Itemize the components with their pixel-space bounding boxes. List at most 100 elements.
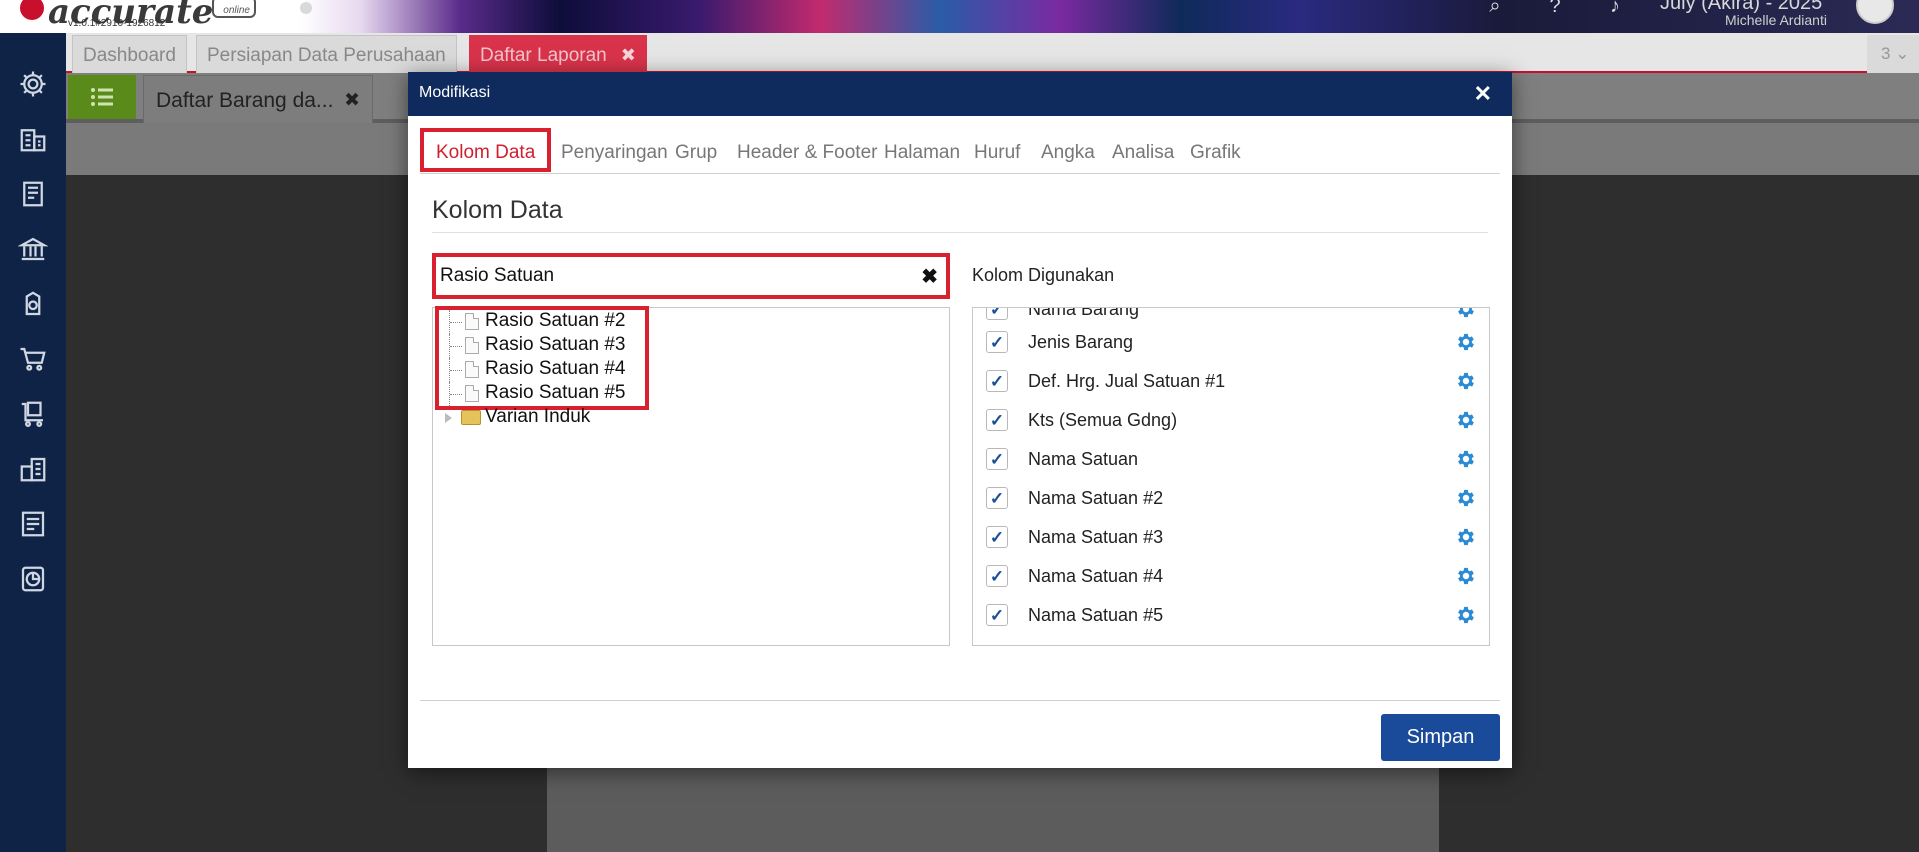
avatar[interactable] (1856, 0, 1894, 24)
used-column-row: ✓ Nama Satuan #4 (973, 557, 1489, 596)
used-column-row: ✓ Def. Hrg. Jual Satuan #1 (973, 362, 1489, 401)
used-columns-label: Kolom Digunakan (972, 265, 1115, 285)
save-button[interactable]: Simpan (1381, 714, 1500, 761)
gear-icon[interactable] (1455, 565, 1477, 587)
tree-item-label: Rasio Satuan #3 (485, 334, 626, 355)
document-icon (465, 385, 479, 402)
column-checkbox[interactable]: ✓ (986, 487, 1008, 509)
inventory-cart-icon[interactable] (17, 398, 49, 430)
tree-connector (449, 310, 463, 334)
clear-icon[interactable]: ✖ (921, 264, 938, 289)
list-menu-button[interactable] (68, 75, 136, 119)
cart-icon[interactable] (17, 343, 49, 375)
search-icon[interactable]: ⌕ (1483, 0, 1507, 16)
used-column-row: ✓ Nama Satuan #3 (973, 518, 1489, 557)
tab-label: Dashboard (83, 45, 176, 66)
dialog-tabs: Kolom Data Penyaringan Grup Header & Foo… (420, 128, 1500, 174)
used-column-row: ✓ Nama Satuan (973, 440, 1489, 479)
column-checkbox[interactable]: ✓ (986, 409, 1008, 431)
close-icon[interactable]: ✖ (344, 89, 360, 112)
version-label: v1.0.1#2910-1926812 (68, 18, 166, 29)
tree-item-label: Rasio Satuan #2 (485, 310, 626, 331)
gear-icon[interactable] (1455, 487, 1477, 509)
divider (432, 232, 1488, 233)
used-column-name: Nama Satuan #3 (1028, 527, 1164, 547)
tab-daftar-laporan[interactable]: Daftar Laporan ✖ (469, 35, 647, 73)
subtab-label: Daftar Barang da... (156, 89, 334, 112)
tab-huruf[interactable]: Huruf (962, 128, 1032, 174)
column-search: ✖ (432, 253, 950, 299)
gear-icon[interactable] (1455, 448, 1477, 470)
gear-icon[interactable] (1455, 331, 1477, 353)
report-chart-icon[interactable] (17, 563, 49, 595)
tab-count[interactable]: 3 ⌄ (1867, 35, 1919, 73)
tab-grafik[interactable]: Grafik (1178, 128, 1253, 174)
tab-count-value: 3 (1881, 44, 1891, 63)
used-column-name: Nama Barang (1028, 307, 1140, 319)
column-checkbox[interactable]: ✓ (986, 565, 1008, 587)
column-checkbox[interactable]: ✓ (986, 448, 1008, 470)
tab-grup[interactable]: Grup (663, 128, 729, 174)
used-column-name: Jenis Barang (1028, 332, 1134, 352)
main-tab-bar: Dashboard Persiapan Data Perusahaan Daft… (66, 33, 1919, 73)
list-icon (91, 88, 113, 106)
document-icon (465, 313, 479, 330)
tree-item-label: Rasio Satuan #5 (485, 382, 626, 403)
help-icon[interactable]: ? (1543, 0, 1567, 16)
logo-badge: online (212, 0, 256, 18)
used-column-row: ✓ Kts (Semua Gdng) (973, 401, 1489, 440)
close-icon[interactable]: ✖ (621, 45, 636, 65)
tree-connector (449, 334, 463, 358)
gear-icon[interactable] (17, 68, 49, 100)
bank-icon[interactable] (17, 233, 49, 265)
sidebar (0, 33, 66, 852)
user-name: Michelle Ardianti (1725, 12, 1827, 28)
gear-icon[interactable] (1455, 526, 1477, 548)
top-bar: accurate online v1.0.1#2910-1926812 ⌕ ? … (0, 0, 1919, 33)
status-dot (300, 2, 312, 14)
dialog-title: Modifikasi (419, 84, 491, 101)
column-checkbox[interactable]: ✓ (986, 526, 1008, 548)
used-column-name: Nama Satuan #5 (1028, 605, 1164, 625)
used-column-row: ✓ Jenis Barang (973, 323, 1489, 362)
gear-icon[interactable] (1455, 604, 1477, 626)
tab-halaman[interactable]: Halaman (872, 128, 972, 174)
used-column-name: Def. Hrg. Jual Satuan #1 (1028, 371, 1226, 391)
column-checkbox[interactable]: ✓ (986, 370, 1008, 392)
tab-persiapan-data[interactable]: Persiapan Data Perusahaan (196, 35, 457, 73)
gear-icon[interactable] (1455, 370, 1477, 392)
book-icon[interactable] (17, 178, 49, 210)
used-column-name: Kts (Semua Gdng) (1028, 410, 1178, 430)
tab-header-footer[interactable]: Header & Footer (725, 128, 889, 174)
tab-angka[interactable]: Angka (1029, 128, 1107, 174)
gear-icon[interactable] (1455, 409, 1477, 431)
tree-item-label: Rasio Satuan #4 (485, 358, 626, 379)
tab-analisa[interactable]: Analisa (1100, 128, 1186, 174)
document-icon (465, 337, 479, 354)
search-input[interactable] (440, 262, 900, 290)
tab-penyaringan[interactable]: Penyaringan (549, 128, 680, 174)
tab-dashboard[interactable]: Dashboard (72, 35, 187, 73)
used-column-name: Nama Satuan #2 (1028, 488, 1164, 508)
used-column-name: Nama Satuan (1028, 449, 1139, 469)
company-icon[interactable] (17, 123, 49, 155)
tab-kolom-data[interactable]: Kolom Data (420, 128, 552, 172)
bell-icon[interactable]: ♪ (1603, 0, 1627, 16)
divider (420, 700, 1500, 701)
tab-daftar-barang[interactable]: Daftar Barang da... ✖ (143, 75, 373, 123)
receivable-icon[interactable] (17, 288, 49, 320)
expand-icon[interactable] (445, 413, 452, 423)
tax-icon[interactable] (17, 508, 49, 540)
close-icon[interactable]: ✕ (1474, 81, 1492, 107)
column-checkbox[interactable]: ✓ (986, 308, 1008, 320)
column-checkbox[interactable]: ✓ (986, 331, 1008, 353)
warehouse-icon[interactable] (17, 453, 49, 485)
tree-connector (449, 358, 463, 382)
gear-icon[interactable] (1455, 307, 1477, 320)
used-columns-list: ✓ Nama Barang ✓ Jenis Barang ✓ Def. Hrg.… (972, 307, 1490, 646)
dialog-header: Modifikasi ✕ (408, 72, 1512, 116)
used-column-row: ✓ Nama Satuan #2 (973, 479, 1489, 518)
tree-item-label: Varian Induk (485, 406, 591, 427)
column-checkbox[interactable]: ✓ (986, 604, 1008, 626)
logo-icon (20, 0, 44, 20)
